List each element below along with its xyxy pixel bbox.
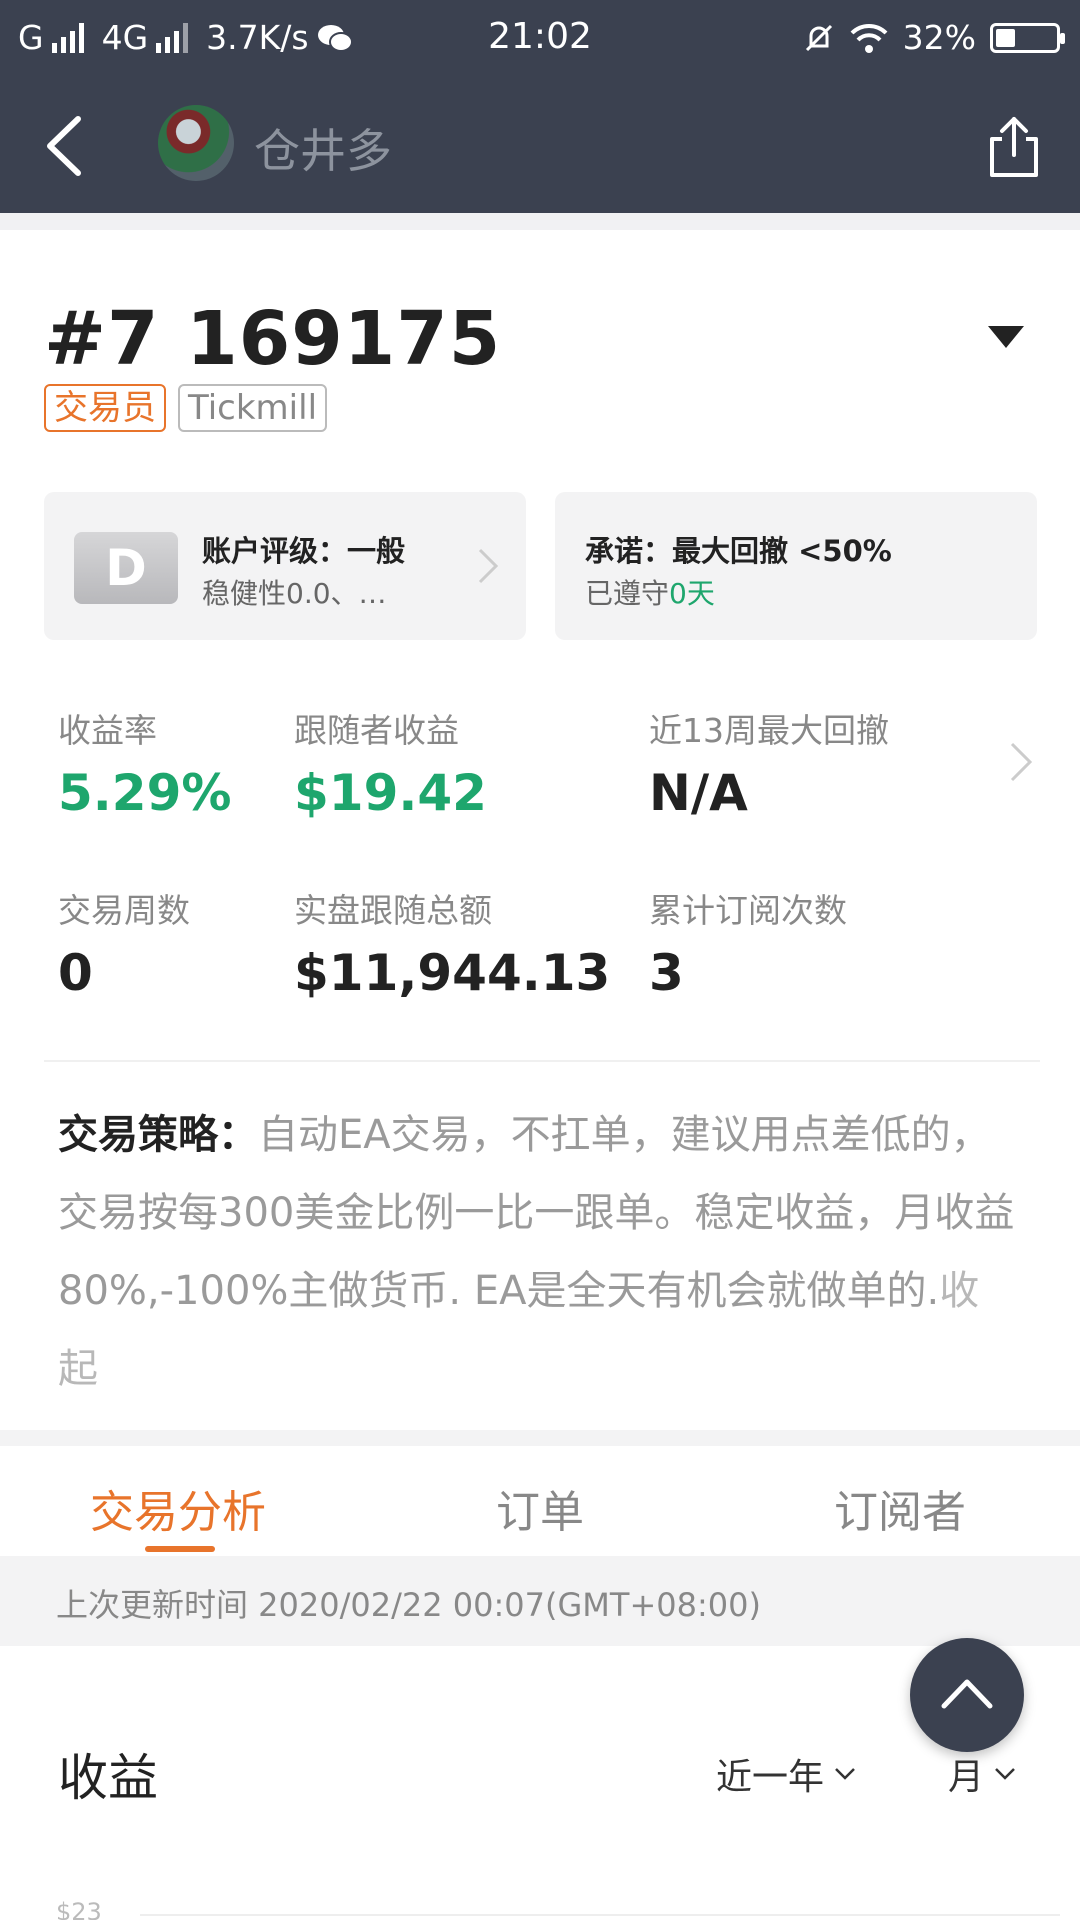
avatar[interactable]: [158, 105, 234, 181]
section-gap: [0, 213, 1080, 230]
period-label: 近一年: [716, 1757, 825, 1798]
stat-subscriptions: 累计订阅次数 3: [649, 884, 847, 1002]
period-filter[interactable]: 近一年: [716, 1748, 856, 1800]
app-header: G 4G 3.7K/s 21:02 32% 仓井多: [0, 0, 1080, 213]
tab-indicator: [145, 1546, 215, 1552]
nav-bar: 仓井多: [0, 75, 1080, 213]
chevron-right-icon[interactable]: [1008, 740, 1034, 784]
stat-label: 收益率: [58, 711, 157, 750]
tag-broker: Tickmill: [178, 384, 328, 432]
stat-label: 近13周最大回撤: [649, 711, 889, 750]
tag-trader: 交易员: [44, 384, 166, 432]
chevron-down-icon: [995, 1768, 1015, 1780]
stat-total-follow: 实盘跟随总额 $11,944.13: [294, 884, 610, 1002]
strategy-text: 交易策略：自动EA交易，不扛单，建议用点差低的，交易按每300美金比例一比一跟单…: [58, 1096, 1018, 1408]
unit-filter[interactable]: 月: [948, 1748, 1016, 1800]
wifi-icon: [850, 23, 888, 53]
promise-card: 承诺：最大回撤 <50% 已遵守0天: [555, 492, 1037, 640]
y-axis-tick: $23: [56, 1898, 102, 1920]
rating-detail: 稳健性0.0、…: [202, 577, 387, 610]
chevron-up-icon: [941, 1679, 993, 1709]
tab-orders[interactable]: 订单: [496, 1476, 584, 1540]
stat-label: 交易周数: [58, 891, 190, 930]
account-tags: 交易员 Tickmill: [44, 384, 328, 432]
stat-follower-profit: 跟随者收益 $19.42: [294, 704, 487, 822]
unit-label: 月: [948, 1757, 985, 1798]
tab-bar: 交易分析 订单 订阅者: [0, 1446, 1080, 1556]
nav-username: 仓井多: [254, 124, 392, 178]
back-button[interactable]: [36, 111, 96, 181]
battery-percent: 32%: [902, 18, 976, 57]
promise-title: 承诺：最大回撤 <50%: [585, 534, 892, 568]
share-button[interactable]: [986, 115, 1042, 179]
stat-label: 累计订阅次数: [649, 891, 847, 930]
tab-subscribers[interactable]: 订阅者: [834, 1476, 966, 1540]
bell-off-icon: [805, 24, 832, 51]
rating-title: 账户评级：一般: [202, 534, 406, 568]
update-bar: 上次更新时间 2020/02/22 00:07(GMT+08:00): [0, 1556, 1080, 1646]
update-time: 上次更新时间 2020/02/22 00:07(GMT+08:00): [56, 1586, 761, 1624]
account-dropdown-icon[interactable]: [988, 326, 1024, 348]
stat-value: 5.29%: [58, 764, 232, 822]
stat-label: 跟随者收益: [294, 711, 459, 750]
grade-badge: D: [74, 532, 178, 604]
divider: [44, 1060, 1040, 1062]
stat-weeks: 交易周数 0: [58, 884, 190, 1002]
stat-value: $19.42: [294, 764, 487, 822]
stat-value: N/A: [649, 764, 748, 822]
tab-trade-analysis[interactable]: 交易分析: [90, 1476, 266, 1540]
revenue-title: 收益: [58, 1749, 158, 1807]
account-title: #7 169175: [44, 296, 502, 382]
stat-value: $11,944.13: [294, 944, 611, 1002]
promise-prefix: 已遵守: [585, 577, 670, 610]
stat-return: 收益率 5.29%: [58, 704, 231, 822]
promise-detail: 已遵守0天: [585, 572, 715, 612]
rating-card[interactable]: D 账户评级：一般 稳健性0.0、…: [44, 492, 526, 640]
scroll-top-button[interactable]: [910, 1638, 1024, 1752]
stat-value: 3: [649, 944, 684, 1002]
grid-line: [140, 1914, 1060, 1916]
chevron-right-icon: [478, 548, 499, 584]
stat-label: 实盘跟随总额: [294, 891, 492, 930]
chevron-down-icon: [835, 1768, 855, 1780]
stat-max-drawdown[interactable]: 近13周最大回撤 N/A: [649, 704, 889, 822]
strategy-label: 交易策略：: [58, 1112, 258, 1158]
status-bar: G 4G 3.7K/s 21:02 32%: [0, 0, 1080, 75]
status-right: 32%: [803, 18, 1065, 57]
battery-icon: [990, 22, 1065, 53]
section-gap: [0, 1430, 1080, 1446]
stat-value: 0: [58, 944, 93, 1002]
promise-days: 0天: [669, 577, 715, 610]
